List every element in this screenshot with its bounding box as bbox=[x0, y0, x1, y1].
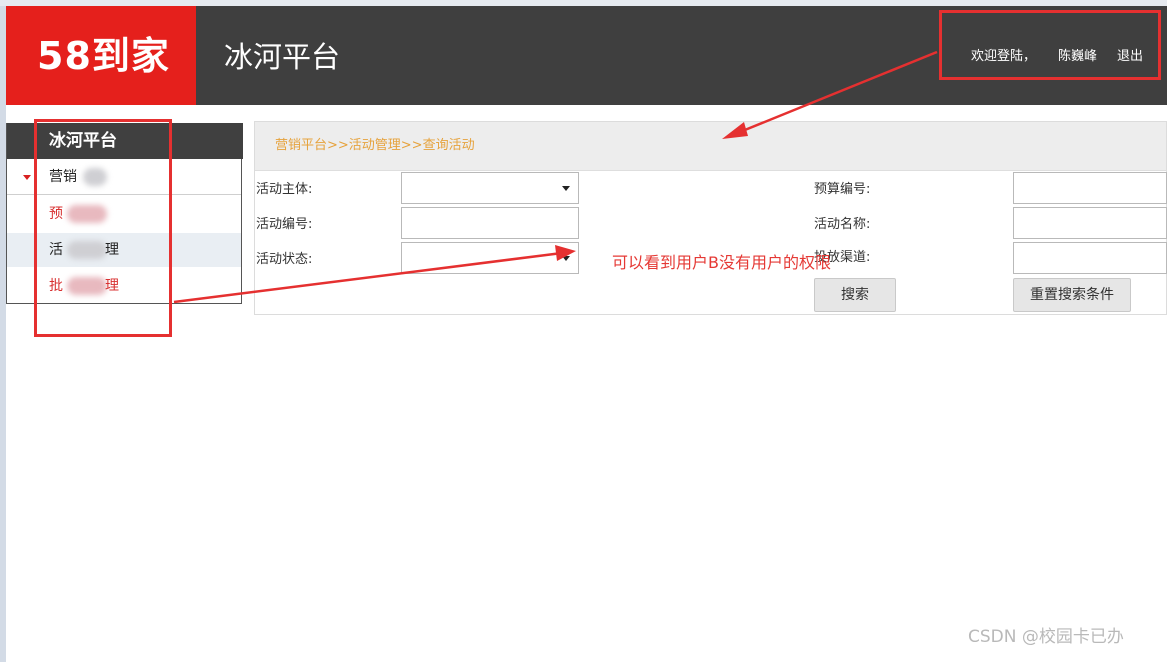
platform-title: 冰河平台 bbox=[224, 40, 341, 74]
annotation-box-sidebar bbox=[34, 119, 172, 337]
label-activity-subject: 活动主体: bbox=[256, 182, 313, 197]
caret-down-icon bbox=[23, 175, 31, 180]
activity-name-input[interactable] bbox=[1013, 207, 1167, 239]
label-activity-name: 活动名称: bbox=[814, 217, 871, 232]
search-button[interactable]: 搜索 bbox=[814, 278, 896, 312]
activity-subject-select[interactable] bbox=[401, 172, 579, 204]
breadcrumb: 营销平台>>活动管理>>查询活动 bbox=[275, 138, 475, 153]
label-budget-number: 预算编号: bbox=[814, 182, 871, 197]
watermark-text: CSDN @校园卡已办 bbox=[968, 627, 1124, 647]
budget-number-input[interactable] bbox=[1013, 172, 1167, 204]
dropdown-arrow-icon bbox=[562, 256, 570, 261]
annotation-text: 可以看到用户B没有用户的权限 bbox=[612, 253, 831, 272]
activity-status-select[interactable] bbox=[401, 242, 579, 274]
brand-logo[interactable]: 58到家 bbox=[6, 6, 196, 105]
breadcrumb-bar: 营销平台>>活动管理>>查询活动 bbox=[255, 122, 1166, 171]
label-activity-number: 活动编号: bbox=[256, 217, 313, 232]
reset-search-button[interactable]: 重置搜索条件 bbox=[1013, 278, 1131, 312]
app-window: 58到家 冰河平台 欢迎登陆， 陈巍峰 退出 冰河平台 营销 预 活 理 批 理 bbox=[6, 6, 1167, 662]
annotation-box-header bbox=[939, 10, 1161, 80]
invest-channel-input[interactable] bbox=[1013, 242, 1167, 274]
logo-text: 58到家 bbox=[37, 34, 170, 78]
label-activity-status: 活动状态: bbox=[256, 252, 313, 267]
activity-number-input[interactable] bbox=[401, 207, 579, 239]
dropdown-arrow-icon bbox=[562, 186, 570, 191]
